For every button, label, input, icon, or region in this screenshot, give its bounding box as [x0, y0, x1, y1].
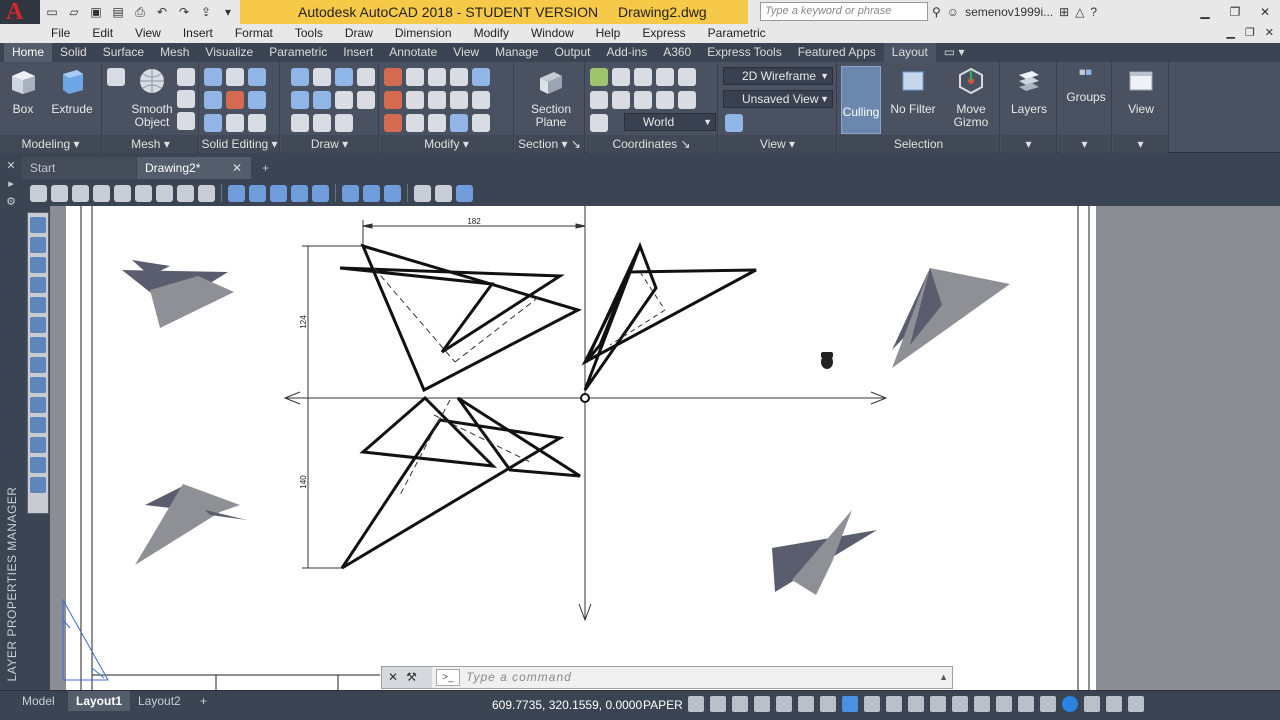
dimension-top-label: 182 — [467, 217, 481, 226]
dimension-left — [302, 245, 363, 569]
tolerance-icon[interactable] — [30, 477, 46, 493]
quick-properties-icon[interactable] — [1018, 696, 1034, 712]
command-line-controls: ✕⚒ — [382, 667, 432, 688]
coordinate-readout[interactable]: 609.7735, 320.1559, 0.0000 — [492, 693, 642, 717]
drawing-canvas[interactable]: 182 124 140 — [0, 0, 1280, 720]
annotation-scale-icon[interactable] — [930, 696, 946, 712]
dimension-space-icon[interactable] — [30, 437, 46, 453]
projection-front — [340, 395, 581, 570]
workspace-gear-icon[interactable] — [952, 696, 968, 712]
projection-top — [339, 243, 582, 393]
isodraft-icon[interactable] — [754, 696, 770, 712]
baseline-icon[interactable] — [30, 397, 46, 413]
projection-front-hidden — [399, 399, 531, 496]
paper-space-toggle[interactable]: PAPER — [643, 693, 683, 717]
isolate-objects-icon[interactable] — [1062, 696, 1078, 712]
command-history-icon[interactable]: ▲ — [939, 667, 948, 688]
diameter-icon[interactable] — [30, 337, 46, 353]
tab-layout2[interactable]: Layout2 — [130, 691, 189, 711]
origin-point — [580, 393, 590, 403]
osnap-icon[interactable] — [798, 696, 814, 712]
dimension-left-lower-label: 140 — [299, 475, 308, 489]
projection-side — [581, 241, 757, 391]
clean-screen-icon[interactable] — [1106, 696, 1122, 712]
tab-model[interactable]: Model — [14, 691, 63, 711]
hardware-acceleration-icon[interactable] — [1084, 696, 1100, 712]
aligned-dimension-icon[interactable] — [30, 237, 46, 253]
quick-view-icon[interactable] — [688, 696, 704, 712]
shaded-triangle-right-top — [892, 268, 1010, 368]
annotation-monitor-icon[interactable] — [974, 696, 990, 712]
object-snap-tracking-icon[interactable] — [776, 696, 792, 712]
dimension-break-icon[interactable] — [30, 457, 46, 473]
shaded-triangle-bottom-left — [135, 484, 247, 565]
radius-icon[interactable] — [30, 297, 46, 313]
shaded-triangle-top-left — [122, 260, 234, 328]
3d-osnap-icon[interactable] — [820, 696, 836, 712]
angular-icon[interactable] — [30, 357, 46, 373]
quick-dimension-icon[interactable] — [30, 377, 46, 393]
annotation-visibility-icon[interactable] — [908, 696, 924, 712]
linear-dimension-icon[interactable] — [30, 217, 46, 233]
dimension-vertical-toolbar — [27, 212, 49, 514]
lock-ui-icon[interactable] — [1040, 696, 1056, 712]
command-input[interactable]: Type a command — [466, 667, 572, 688]
command-prompt-icon[interactable]: >_ — [436, 669, 460, 686]
jogged-icon[interactable] — [30, 317, 46, 333]
status-toggles — [688, 696, 1144, 712]
transparency-icon[interactable] — [864, 696, 880, 712]
customization-icon[interactable] — [1128, 696, 1144, 712]
lineweight-icon[interactable] — [842, 696, 858, 712]
tab-layout1[interactable]: Layout1 — [68, 691, 131, 711]
dimension-left-upper-label: 124 — [299, 315, 308, 329]
units-icon[interactable] — [996, 696, 1012, 712]
command-customize-icon[interactable]: ⚒ — [406, 670, 425, 684]
selection-cycling-icon[interactable] — [886, 696, 902, 712]
command-close-icon[interactable]: ✕ — [388, 670, 406, 684]
pan-hand-cursor-icon — [821, 352, 833, 369]
command-line[interactable]: ✕⚒ >_ Type a command ▲ — [381, 666, 953, 689]
ucs-icon-blue — [62, 598, 109, 681]
continue-icon[interactable] — [30, 417, 46, 433]
ortho-icon[interactable] — [710, 696, 726, 712]
arc-length-icon[interactable] — [30, 257, 46, 273]
add-layout-icon[interactable]: + — [192, 691, 215, 711]
projection-top-hidden — [373, 267, 541, 363]
status-bar: Model Layout1 Layout2 + 609.7735, 320.15… — [0, 690, 1280, 720]
polar-icon[interactable] — [732, 696, 748, 712]
ordinate-icon[interactable] — [30, 277, 46, 293]
shaded-triangle-right-bottom — [772, 510, 877, 595]
